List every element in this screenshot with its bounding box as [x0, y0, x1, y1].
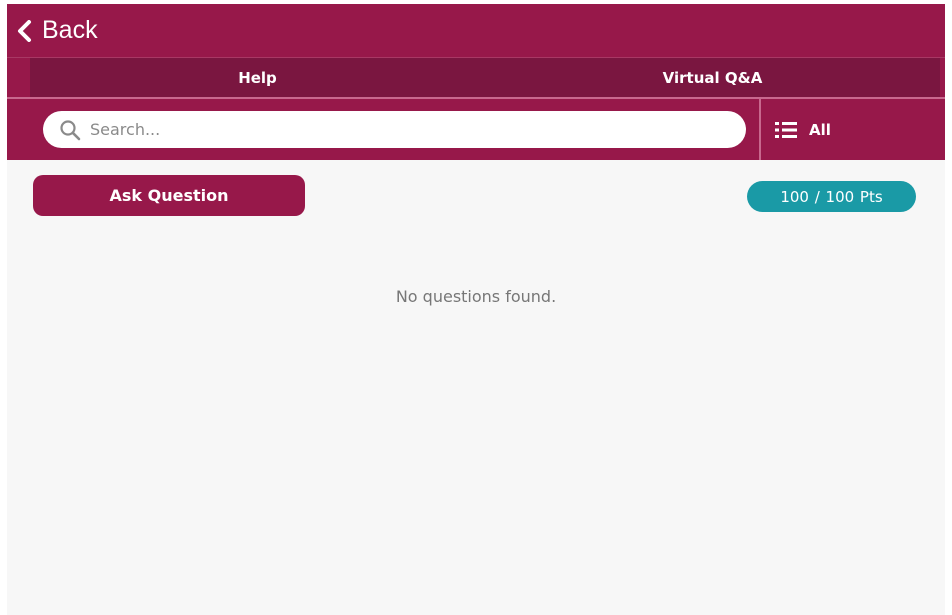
search-box[interactable]: [43, 111, 746, 148]
tab-bar-padding-right: [940, 57, 945, 97]
empty-state-message: No questions found.: [395, 287, 557, 306]
tab-bar-padding-left: [7, 57, 30, 97]
filter-label: All: [809, 121, 831, 139]
filter-divider: [759, 99, 761, 160]
back-label: Back: [42, 16, 98, 44]
top-bar: Back: [7, 4, 945, 57]
tab-bar: Help Virtual Q&A: [30, 57, 940, 97]
tab-virtual-qa[interactable]: Virtual Q&A: [485, 58, 940, 97]
search-input[interactable]: [90, 114, 690, 145]
tab-help[interactable]: Help: [30, 58, 485, 97]
search-icon: [60, 119, 81, 140]
filter-button[interactable]: All: [775, 116, 831, 144]
app-window: Back Help Virtual Q&A All: [7, 4, 945, 615]
ask-question-button[interactable]: Ask Question: [33, 175, 305, 216]
list-icon: [775, 122, 797, 138]
search-bar: All: [7, 99, 945, 160]
points-badge: 100 / 100 Pts: [747, 181, 916, 212]
back-button[interactable]: Back: [7, 4, 98, 57]
chevron-left-icon: [18, 19, 31, 42]
